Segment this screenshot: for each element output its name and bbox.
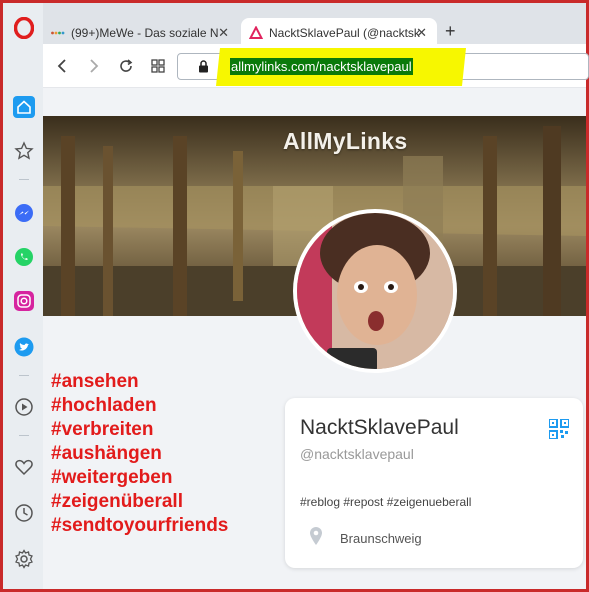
settings-icon[interactable] <box>12 547 36 571</box>
forward-button[interactable] <box>84 56 104 76</box>
reload-button[interactable] <box>116 56 136 76</box>
player-icon[interactable] <box>12 395 36 419</box>
heart-icon[interactable] <box>12 455 36 479</box>
tab-allmylinks[interactable]: NacktSklavePaul (@nacktsk ✕ <box>241 18 437 47</box>
hashtag-text: #verbreiten <box>51 419 154 440</box>
star-icon[interactable] <box>12 139 36 163</box>
instagram-icon[interactable] <box>12 289 36 313</box>
whatsapp-icon[interactable] <box>12 245 36 269</box>
profile-location: Braunschweig <box>340 531 422 546</box>
opera-sidebar <box>3 3 43 589</box>
history-icon[interactable] <box>12 501 36 525</box>
web-page: AllMyLinks #ansehen #hochladen #verbreit… <box>43 88 586 589</box>
hashtag-text: #hochladen <box>51 395 157 416</box>
opera-logo[interactable] <box>14 17 34 39</box>
hashtag-text: #ansehen <box>51 371 139 392</box>
sidebar-separator <box>19 375 29 376</box>
tab-title: NacktSklavePaul (@nacktsk <box>269 25 420 40</box>
mewe-icon <box>51 31 65 34</box>
profile-tags: #reblog #repost #zeigenueberall <box>300 495 472 509</box>
back-button[interactable] <box>52 56 72 76</box>
new-tab-button[interactable]: + <box>445 21 456 42</box>
hashtag-text: #sendtoyourfriends <box>51 515 229 536</box>
sidebar-separator <box>19 435 29 436</box>
address-bar[interactable]: allmylinks.com/nacktsklavepaul <box>177 48 589 86</box>
hashtag-text: #zeigenüberall <box>51 491 183 512</box>
hashtag-list: #ansehen #hochladen #verbreiten #aushäng… <box>51 370 228 538</box>
navigation-bar: allmylinks.com/nacktsklavepaul <box>43 44 589 88</box>
allmylinks-logo[interactable]: AllMyLinks <box>283 128 407 155</box>
lock-icon <box>199 60 208 73</box>
url-text[interactable]: allmylinks.com/nacktsklavepaul <box>230 58 413 75</box>
messenger-icon[interactable] <box>12 201 36 225</box>
sidebar-separator <box>19 179 29 180</box>
tab-mewe[interactable]: (99+)MeWe - Das soziale N ✕ <box>43 18 239 47</box>
tab-grid-button[interactable] <box>148 56 168 76</box>
profile-avatar <box>293 209 457 373</box>
location-pin-icon <box>310 527 322 545</box>
profile-handle: @nacktsklavepaul <box>300 446 414 462</box>
twitter-icon[interactable] <box>12 335 36 359</box>
qr-code-icon[interactable] <box>549 419 569 439</box>
hashtag-text: #weitergeben <box>51 467 173 488</box>
tab-title: (99+)MeWe - Das soziale N <box>71 25 219 40</box>
profile-name: NacktSklavePaul <box>300 416 459 439</box>
tab-strip: (99+)MeWe - Das soziale N ✕ NacktSklaveP… <box>43 3 586 47</box>
hashtag-text: #aushängen <box>51 443 162 464</box>
allmylinks-favicon-icon <box>249 25 263 39</box>
profile-card: NacktSklavePaul @nacktsklavepaul #reblog… <box>285 398 583 568</box>
close-icon[interactable]: ✕ <box>218 25 229 41</box>
close-icon[interactable]: ✕ <box>416 25 427 41</box>
home-icon[interactable] <box>12 95 36 119</box>
